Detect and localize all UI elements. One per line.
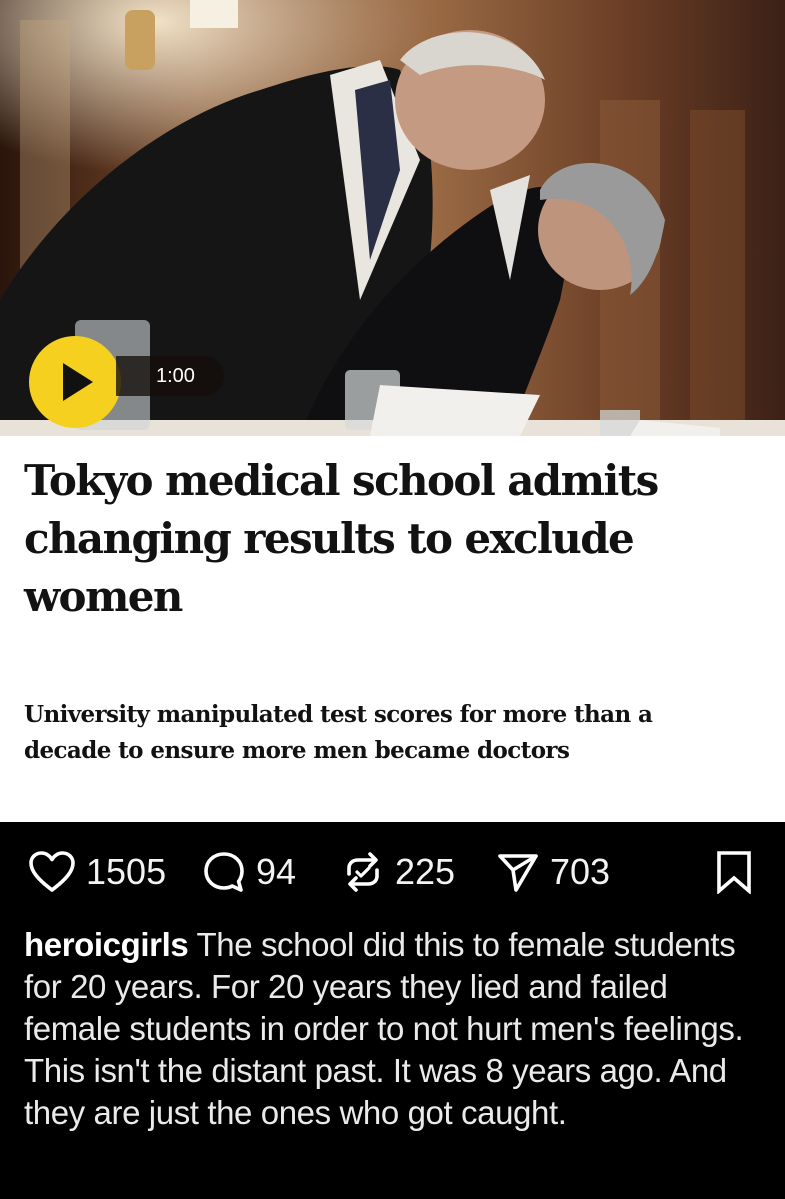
- repost-count: 225: [395, 851, 456, 892]
- heart-icon: [29, 851, 75, 892]
- share-button[interactable]: 703: [496, 822, 610, 922]
- like-count: 1505: [86, 851, 167, 892]
- share-count: 703: [550, 851, 611, 892]
- play-icon: [63, 363, 93, 401]
- article-photo[interactable]: 1:00: [0, 0, 785, 436]
- article-headline[interactable]: Tokyo medical school admits changing res…: [24, 452, 769, 626]
- comment-icon: [204, 852, 244, 892]
- comment-button[interactable]: 94: [202, 822, 296, 922]
- post-action-bar: 1505 94 225 703: [0, 822, 785, 922]
- post-username[interactable]: heroicgirls: [24, 926, 189, 963]
- comment-count: 94: [256, 851, 297, 892]
- bookmark-button[interactable]: [716, 822, 752, 922]
- article-standfirst: University manipulated test scores for m…: [24, 701, 653, 764]
- share-icon: [498, 854, 538, 892]
- video-duration: 1:00: [116, 356, 224, 396]
- post-screen: 1:00 Tokyo medical school admits changin…: [0, 0, 785, 1199]
- repost-icon: [347, 852, 379, 892]
- bookmark-icon: [717, 851, 751, 894]
- play-button[interactable]: [29, 336, 121, 428]
- like-button[interactable]: 1505: [28, 822, 166, 922]
- post-caption: heroicgirls The school did this to femal…: [24, 924, 766, 1134]
- repost-button[interactable]: 225: [341, 822, 455, 922]
- article-card[interactable]: 1:00 Tokyo medical school admits changin…: [0, 0, 785, 822]
